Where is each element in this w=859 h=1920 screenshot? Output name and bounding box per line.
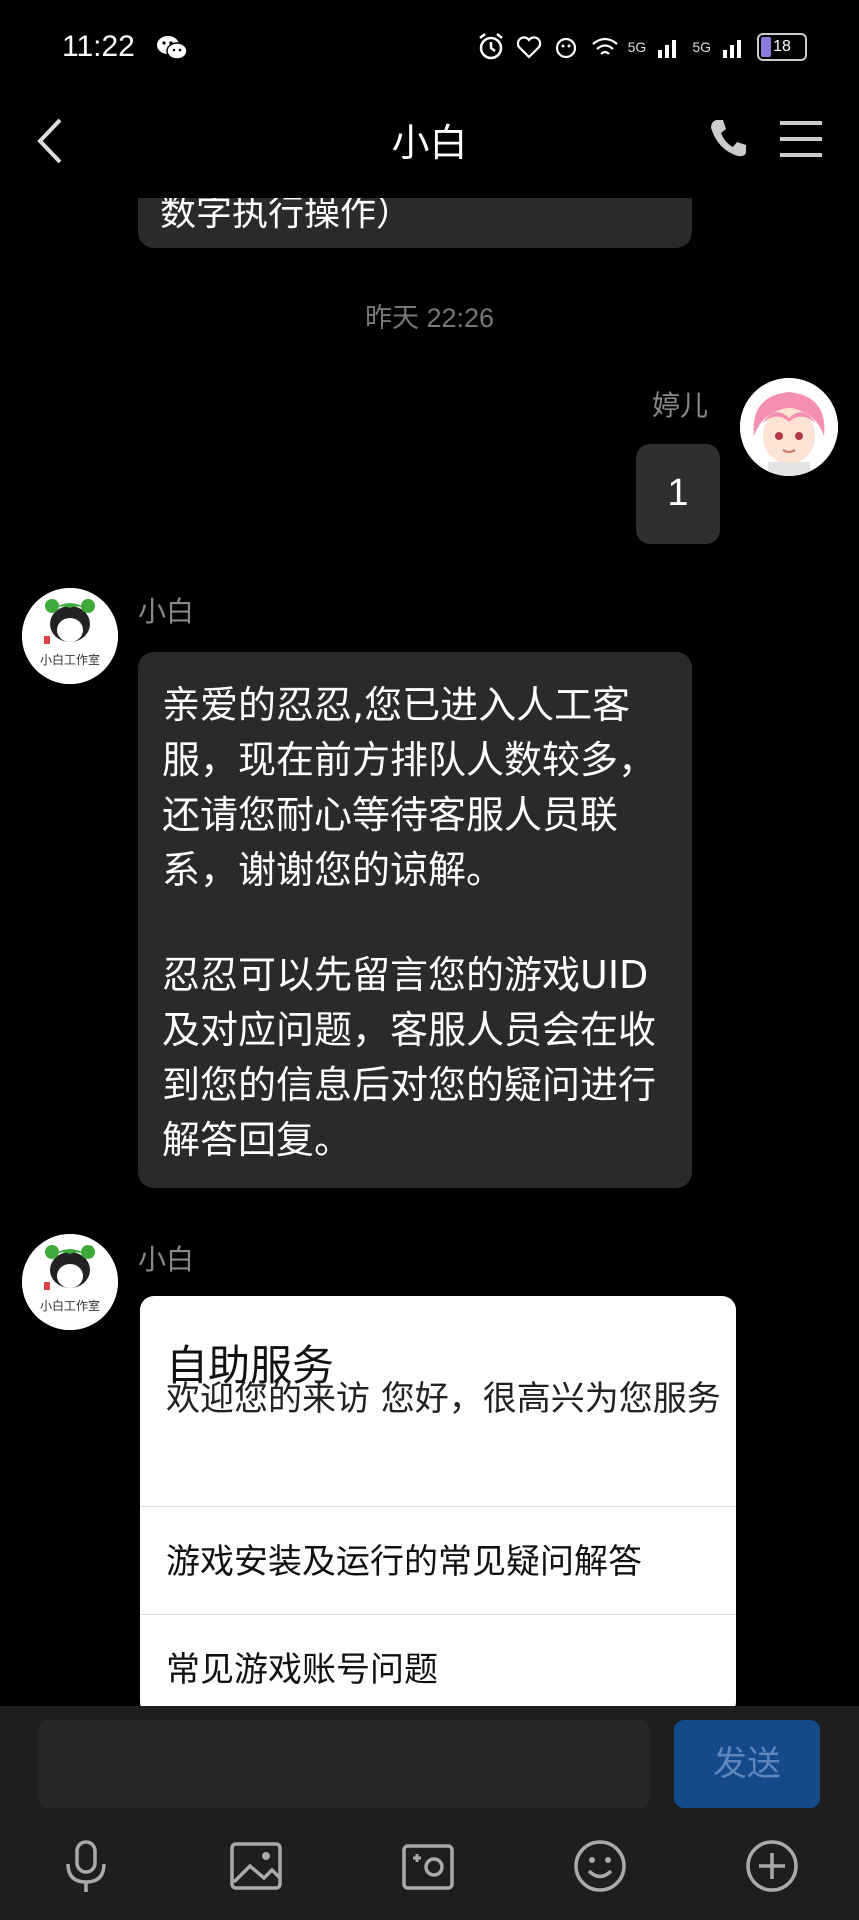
app-notification-icon (555, 37, 576, 59)
signal-icon (658, 40, 677, 58)
studio-logo-icon-2: 小白工作室 (22, 1234, 118, 1330)
alarm-icon (478, 33, 503, 60)
microphone-icon[interactable] (58, 1838, 114, 1894)
signal-icon-2 (723, 40, 741, 58)
card-subtitle: 欢迎您的来访 您好，很高兴为您服务 (166, 1379, 721, 1419)
plus-icon[interactable] (744, 1838, 800, 1894)
bot-avatar-2[interactable]: 小白工作室 (22, 1234, 118, 1330)
user-avatar[interactable] (740, 378, 838, 476)
heart-icon (516, 36, 541, 59)
svg-text:小白工作室: 小白工作室 (40, 652, 100, 667)
image-icon[interactable] (228, 1838, 284, 1894)
bot-message-paragraph-2: 忍忍可以先留言您的游戏UID及对应问题，客服人员会在收到您的信息后对您的疑问进行… (162, 953, 657, 1162)
emoji-icon[interactable] (572, 1838, 628, 1894)
wechat-icon (157, 36, 188, 60)
sender-name-user: 婷儿 (652, 389, 709, 422)
bot-avatar[interactable]: 小白工作室 (22, 588, 118, 684)
card-divider (140, 1614, 736, 1615)
card-option-install-faq[interactable]: 游戏安装及运行的常见疑问解答 (166, 1534, 642, 1583)
message-timestamp: 昨天 22:26 (364, 303, 495, 333)
status-icons: 5G 5G 18 (476, 32, 807, 62)
message-text-user: 1 (667, 472, 689, 514)
status-time: 11:22 (62, 30, 135, 63)
wifi-icon (591, 37, 618, 55)
studio-logo-icon: 小白工作室 (22, 588, 118, 684)
network-label-1: 5G (627, 39, 647, 55)
message-bubble-bot[interactable]: 亲爱的忍忍,您已进入人工客服，现在前方排队人数较多，还请您耐心等待客服人员联系，… (138, 652, 692, 1188)
message-input[interactable] (38, 1720, 650, 1808)
card-divider (140, 1506, 736, 1507)
self-service-card: 自助服务 欢迎您的来访 您好，很高兴为您服务 游戏安装及运行的常见疑问解答 常见… (140, 1296, 736, 1716)
bot-message-paragraph-1: 亲爱的忍忍,您已进入人工客服，现在前方排队人数较多，还请您耐心等待客服人员联系，… (162, 683, 657, 892)
network-label-2: 5G (692, 39, 711, 55)
sender-name-bot: 小白 (138, 595, 195, 628)
message-bubble-user[interactable]: 1 (636, 444, 720, 544)
battery-icon: 18 (757, 33, 807, 61)
battery-level: 18 (773, 38, 791, 55)
status-bar: 11:22 5G 5G 18 (0, 0, 859, 100)
send-button[interactable]: 发送 (674, 1720, 820, 1808)
anime-boy-avatar-icon (740, 378, 838, 476)
svg-text:小白工作室: 小白工作室 (40, 1298, 100, 1313)
card-option-account[interactable]: 常见游戏账号问题 (166, 1642, 438, 1691)
camera-icon[interactable] (400, 1838, 456, 1894)
phone-icon[interactable] (706, 116, 750, 160)
menu-icon[interactable] (778, 118, 824, 160)
sender-name-bot-2: 小白 (138, 1243, 195, 1276)
